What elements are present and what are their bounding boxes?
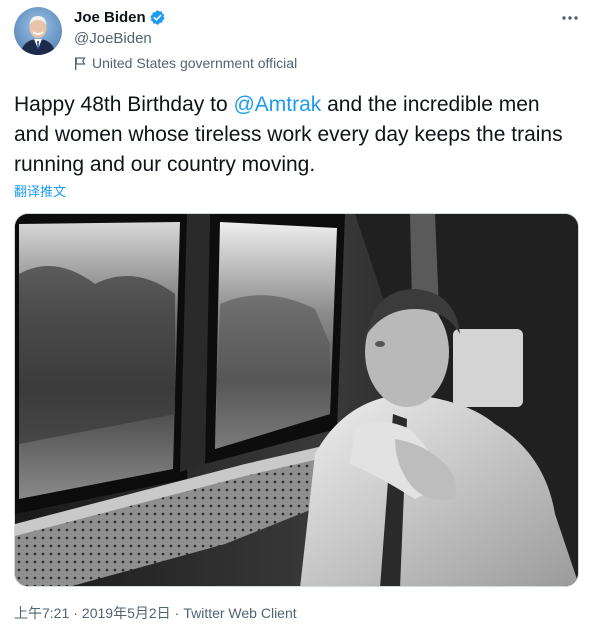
flag-icon <box>74 56 86 70</box>
gov-label-text: United States government official <box>92 55 298 71</box>
more-horizontal-icon <box>561 8 579 26</box>
display-name[interactable]: Joe Biden <box>74 8 146 27</box>
tweet: Joe Biden @JoeBiden United States govern… <box>0 0 590 635</box>
separator: · <box>73 605 78 621</box>
name-row: Joe Biden <box>74 8 297 27</box>
author-info: Joe Biden @JoeBiden United States govern… <box>74 8 297 72</box>
avatar[interactable] <box>14 7 62 55</box>
separator: · <box>174 605 180 621</box>
tweet-text-before: Happy 48th Birthday to <box>14 93 234 116</box>
tweet-source[interactable]: Twitter Web Client <box>183 604 296 622</box>
tweet-photo[interactable] <box>14 213 579 587</box>
timestamp-row: 上午7:21 · 2019年5月2日 · Twitter Web Client <box>14 604 297 622</box>
more-options-button[interactable] <box>556 4 584 30</box>
tweet-text: Happy 48th Birthday to @Amtrak and the i… <box>14 90 574 180</box>
tweet-time[interactable]: 上午7:21 <box>14 604 69 622</box>
government-label: United States government official <box>74 54 297 72</box>
tweet-date[interactable]: 2019年5月2日 <box>82 604 171 622</box>
mention-link[interactable]: @Amtrak <box>233 93 321 116</box>
translate-tweet-link[interactable]: 翻译推文 <box>14 184 66 200</box>
verified-badge-icon <box>149 9 166 26</box>
handle[interactable]: @JoeBiden <box>74 29 297 48</box>
